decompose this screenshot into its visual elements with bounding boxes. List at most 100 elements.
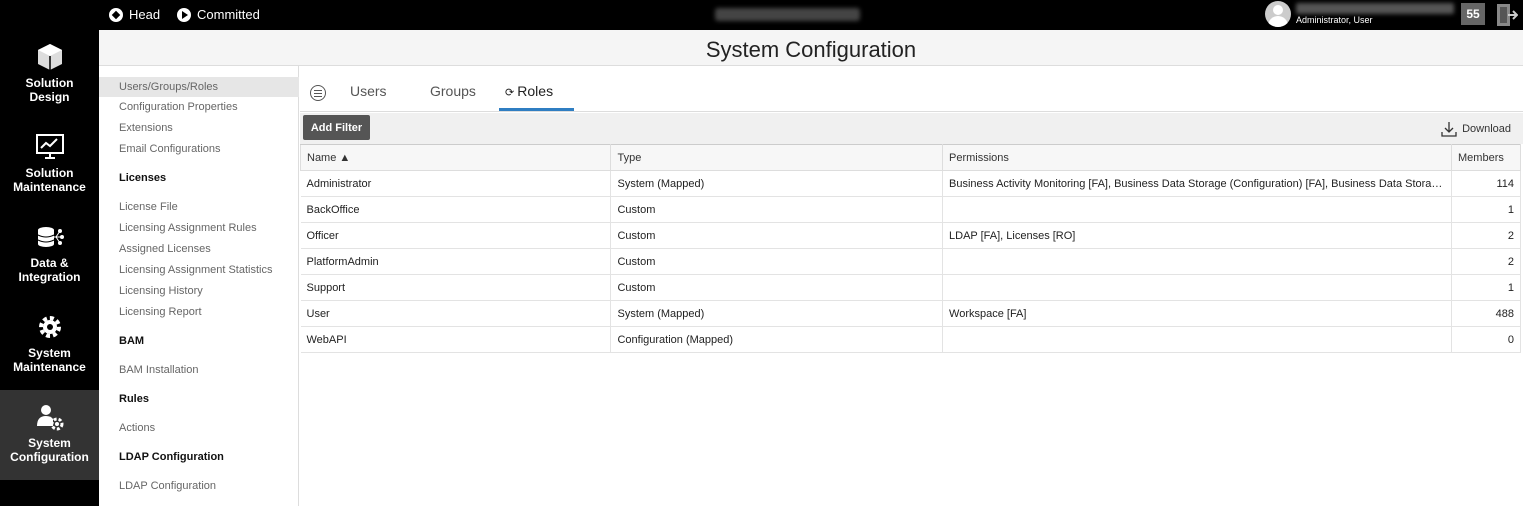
table-row[interactable]: Support Custom 1 xyxy=(300,274,1521,301)
table-row[interactable]: User System (Mapped) Workspace [FA] 488 xyxy=(300,300,1521,327)
cell-permissions xyxy=(942,196,1453,223)
nav-data-integration[interactable]: Data & Integration xyxy=(0,210,99,300)
sort-ascending-icon: ▲ xyxy=(339,151,351,164)
table-row[interactable]: Administrator System (Mapped) Business A… xyxy=(300,170,1521,197)
cell-name: Administrator xyxy=(300,170,612,197)
tab-roles[interactable]: ⟳ Roles xyxy=(505,83,553,99)
tab-users[interactable]: Users xyxy=(350,83,387,99)
nav-label: Data & Integration xyxy=(18,256,81,284)
nav-label: System Configuration xyxy=(10,436,89,464)
column-header-name[interactable]: Name ▲ xyxy=(299,144,612,171)
roles-table: Name ▲ Type Permissions Members Administ… xyxy=(299,144,1521,353)
cell-name: BackOffice xyxy=(300,196,612,223)
cell-permissions: Business Activity Monitoring [FA], Busin… xyxy=(942,170,1453,197)
table-row[interactable]: BackOffice Custom 1 xyxy=(300,196,1521,223)
sidebar-section-rules: Rules xyxy=(119,393,149,405)
table-row[interactable]: WebAPI Configuration (Mapped) 0 xyxy=(300,326,1521,353)
cell-name: PlatformAdmin xyxy=(300,248,612,275)
cell-members: 2 xyxy=(1451,222,1521,249)
head-button[interactable]: Head xyxy=(109,7,160,22)
cell-name: Officer xyxy=(300,222,612,249)
tab-bar: Users Groups ⟳ Roles xyxy=(300,66,1523,112)
download-label: Download xyxy=(1462,123,1511,135)
download-icon xyxy=(1441,122,1457,137)
column-header-type[interactable]: Type xyxy=(610,144,944,171)
sidebar-item-licensing-assignment-statistics[interactable]: Licensing Assignment Statistics xyxy=(119,264,272,276)
committed-label: Committed xyxy=(197,7,260,22)
top-bar: Head Committed Administrator, User 55 xyxy=(0,0,1523,30)
column-header-members[interactable]: Members xyxy=(1451,144,1521,171)
main-nav: Solution Design Solution Maintenance Dat… xyxy=(0,30,99,506)
committed-button[interactable]: Committed xyxy=(177,7,260,22)
cell-name: WebAPI xyxy=(300,326,612,353)
table-row[interactable]: PlatformAdmin Custom 2 xyxy=(300,248,1521,275)
sidebar-section-bam: BAM xyxy=(119,335,145,347)
nav-solution-maintenance[interactable]: Solution Maintenance xyxy=(0,120,99,210)
avatar[interactable] xyxy=(1265,1,1291,27)
sidebar-item-extensions[interactable]: Extensions xyxy=(119,122,173,134)
sidebar-item-users-groups-roles[interactable]: Users/Groups/Roles xyxy=(99,77,299,97)
nav-label: System Maintenance xyxy=(13,346,86,374)
sidebar-item-license-file[interactable]: License File xyxy=(119,201,178,213)
tab-roles-label: Roles xyxy=(517,83,554,99)
gear-icon xyxy=(38,316,61,338)
nav-label: Solution Design xyxy=(25,76,74,104)
menu-icon[interactable] xyxy=(310,85,326,101)
redacted-environment-name xyxy=(715,8,860,21)
sidebar-section-ldap: LDAP Configuration xyxy=(119,451,224,463)
cell-members: 488 xyxy=(1451,300,1521,327)
download-button[interactable]: Download xyxy=(1441,121,1511,137)
cell-name: User xyxy=(300,300,612,327)
sidebar-item-ldap-configuration[interactable]: LDAP Configuration xyxy=(119,480,216,492)
toolbar: Add Filter Download xyxy=(300,113,1523,144)
page-title: System Configuration xyxy=(705,37,917,62)
notification-badge[interactable]: 55 xyxy=(1461,3,1485,25)
database-network-icon xyxy=(37,227,64,247)
cube-icon xyxy=(37,44,62,70)
page-header: System Configuration xyxy=(99,30,1523,66)
cell-permissions xyxy=(942,326,1453,353)
sidebar-item-configuration-properties[interactable]: Configuration Properties xyxy=(119,101,238,113)
add-filter-button[interactable]: Add Filter xyxy=(303,115,370,140)
cell-name: Support xyxy=(300,274,612,301)
nav-system-maintenance[interactable]: System Maintenance xyxy=(0,300,99,390)
cell-members: 2 xyxy=(1451,248,1521,275)
cell-members: 0 xyxy=(1451,326,1521,353)
sidebar-item-assigned-licenses[interactable]: Assigned Licenses xyxy=(119,243,211,255)
chart-monitor-icon xyxy=(35,134,64,159)
cell-permissions xyxy=(942,248,1453,275)
sidebar-item-bam-installation[interactable]: BAM Installation xyxy=(119,364,198,376)
nav-label: Solution Maintenance xyxy=(13,166,86,194)
cell-members: 114 xyxy=(1451,170,1521,197)
cell-type: Configuration (Mapped) xyxy=(610,326,944,353)
sidebar-item-licensing-report[interactable]: Licensing Report xyxy=(119,306,202,318)
play-icon xyxy=(177,7,191,22)
nav-system-configuration[interactable]: System Configuration xyxy=(0,390,99,480)
table-row[interactable]: Officer Custom LDAP [FA], Licenses [RO] … xyxy=(300,222,1521,249)
cell-type: Custom xyxy=(610,274,944,301)
cell-type: System (Mapped) xyxy=(610,300,944,327)
cell-permissions xyxy=(942,274,1453,301)
sidebar-item-licensing-history[interactable]: Licensing History xyxy=(119,285,203,297)
refresh-icon: ⟳ xyxy=(505,87,518,99)
cell-permissions: LDAP [FA], Licenses [RO] xyxy=(942,222,1453,249)
user-role: Administrator, User xyxy=(1296,15,1373,25)
column-header-label: Name xyxy=(307,151,337,164)
sidebar-item-licensing-assignment-rules[interactable]: Licensing Assignment Rules xyxy=(119,222,257,234)
logout-icon[interactable] xyxy=(1494,3,1518,27)
cell-members: 1 xyxy=(1451,196,1521,223)
nav-solution-design[interactable]: Solution Design xyxy=(0,30,99,120)
settings-sidebar: Users/Groups/Roles Configuration Propert… xyxy=(99,66,299,506)
column-header-permissions[interactable]: Permissions xyxy=(942,144,1453,171)
tab-groups[interactable]: Groups xyxy=(430,83,476,99)
sidebar-item-actions[interactable]: Actions xyxy=(119,422,155,434)
redacted-user-name xyxy=(1296,3,1454,14)
active-tab-indicator xyxy=(499,108,574,111)
cell-type: System (Mapped) xyxy=(610,170,944,197)
head-icon xyxy=(109,7,123,22)
cell-type: Custom xyxy=(610,196,944,223)
head-label: Head xyxy=(129,7,161,22)
user-gear-icon xyxy=(36,405,63,431)
sidebar-item-email-configurations[interactable]: Email Configurations xyxy=(119,143,221,155)
table-header-row: Name ▲ Type Permissions Members xyxy=(299,144,1521,171)
